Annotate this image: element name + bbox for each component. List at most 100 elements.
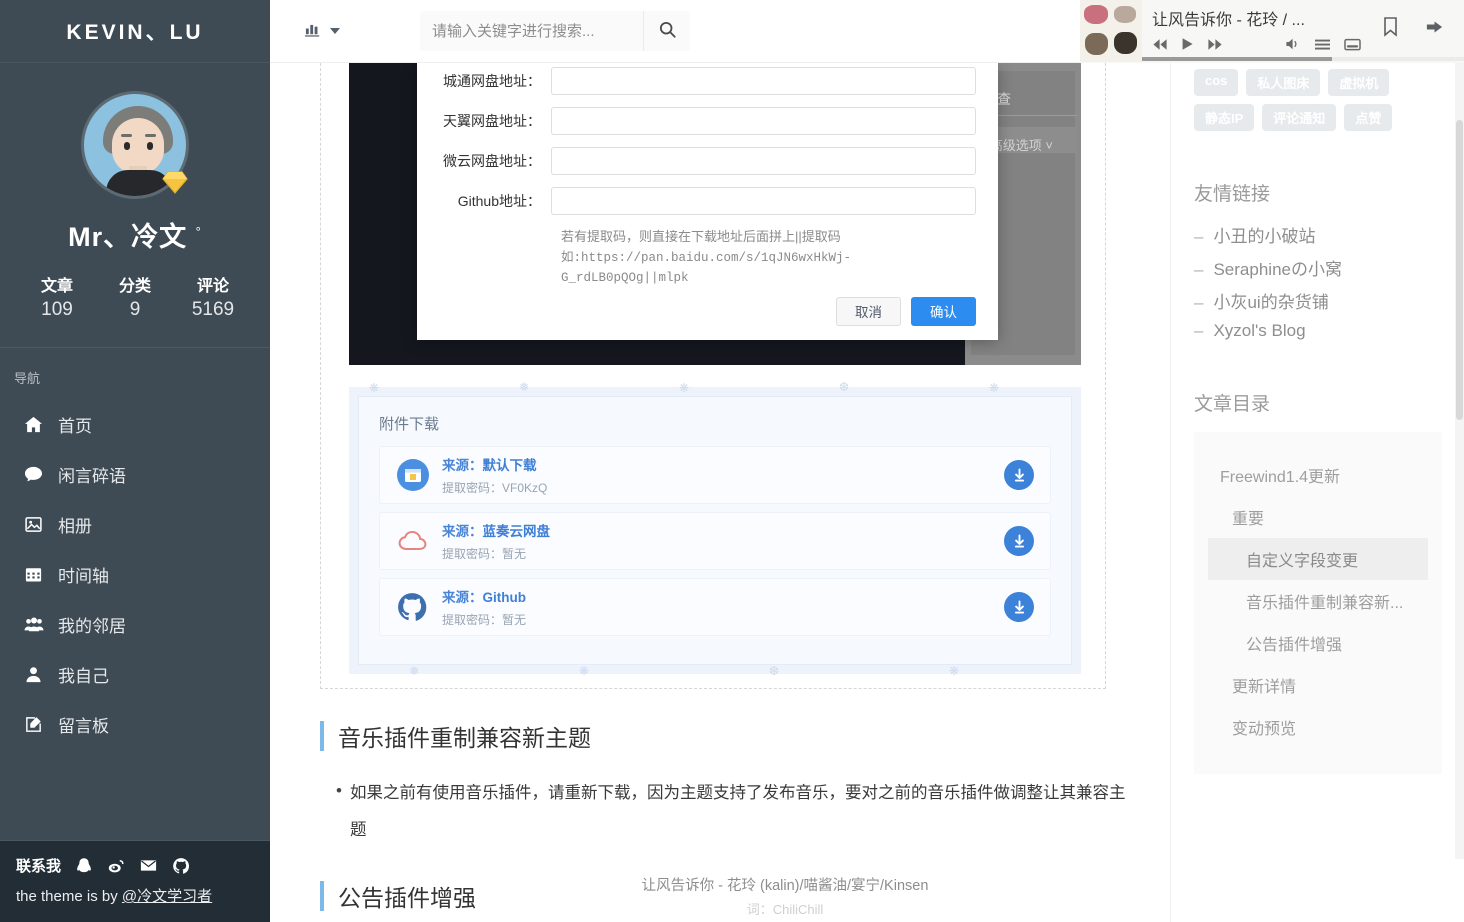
toc-item[interactable]: 更新详情: [1208, 664, 1428, 706]
prev-icon[interactable]: [1152, 38, 1168, 51]
form-row: 天翼网盘地址：: [439, 107, 976, 135]
chengtong-url-input[interactable]: [551, 67, 976, 95]
top-bar: 让风告诉你 - 花玲 / ...: [270, 0, 1464, 63]
tag-item[interactable]: 私人图床: [1246, 69, 1321, 96]
screenshot-gray-text-2: 高级选项 ˅: [989, 138, 1053, 153]
confirm-button[interactable]: 确认: [911, 296, 976, 326]
qq-icon[interactable]: [75, 857, 93, 875]
cancel-button[interactable]: 取消: [836, 296, 901, 326]
tag-item[interactable]: cos: [1194, 69, 1239, 96]
login-icon[interactable]: [1425, 18, 1444, 36]
sidebar-item-timeline[interactable]: 时间轴: [0, 549, 270, 599]
toc-item[interactable]: 重要: [1208, 496, 1428, 538]
upload-link-dialog: 城通网盘地址： 天翼网盘地址： 微云网盘地址： Github地址： 若有提取码，…: [417, 63, 998, 340]
profile-stats: 文章 109 分类 9 评论 5169: [0, 272, 270, 321]
bullet-text: 如果之前有使用音乐插件，请重新下载，因为主题支持了发布音乐，要对之前的音乐插件做…: [350, 784, 1126, 840]
nickname-degree: °: [195, 224, 202, 239]
source-name: Github: [482, 590, 527, 605]
password-label: 提取密码：: [442, 547, 503, 561]
password-value: 暂无: [502, 613, 527, 627]
toc-item-active[interactable]: 自定义字段变更: [1208, 538, 1428, 580]
stat-categories[interactable]: 分类 9: [113, 272, 157, 321]
field-label: 微云网盘地址：: [443, 153, 541, 169]
stat-articles[interactable]: 文章 109: [35, 272, 79, 321]
sidebar-item-talks[interactable]: 闲言碎语: [0, 449, 270, 499]
source-name: 蓝奏云网盘: [482, 524, 551, 539]
snowflake-icon: ❅: [409, 664, 420, 678]
toc-item[interactable]: Freewind1.4更新: [1208, 454, 1428, 496]
password-label: 提取密码：: [442, 613, 503, 627]
snowflake-icon: ❆: [839, 380, 850, 394]
heading-accent-bar: [320, 721, 324, 751]
theme-credit: the theme is by @冷文学习者: [16, 885, 254, 906]
list-item[interactable]: – Seraphineの小窝: [1194, 255, 1442, 280]
gem-badge-icon: [162, 171, 188, 194]
avatar[interactable]: [81, 91, 189, 199]
sidebar-item-about[interactable]: 我自己: [0, 649, 270, 699]
page-scrollbar-thumb[interactable]: [1456, 120, 1463, 420]
photo-icon: [24, 515, 58, 534]
snowflake-icon: ❅: [519, 380, 530, 394]
chart-menu-button[interactable]: [304, 20, 340, 43]
tag-cloud: cos 私人图床 虚拟机 静态IP 评论通知 点赞: [1194, 63, 1442, 131]
tianyi-url-input[interactable]: [551, 107, 976, 135]
snowflake-icon: ❋: [989, 381, 1000, 395]
search-input[interactable]: [420, 22, 643, 40]
password-value: 暂无: [502, 547, 527, 561]
search-button[interactable]: [643, 11, 690, 51]
bookmark-icon[interactable]: [1382, 16, 1399, 37]
list-item: • 如果之前有使用音乐插件，请重新下载，因为主题支持了发布音乐，要对之前的音乐插…: [336, 775, 1126, 849]
music-player: 让风告诉你 - 花玲 / ...: [1080, 0, 1464, 63]
weibo-icon[interactable]: [107, 857, 125, 875]
attachment-source[interactable]: 来源：Github: [442, 590, 526, 605]
stat-value: 9: [129, 299, 141, 320]
player-progress-bar[interactable]: [1142, 57, 1464, 61]
site-brand[interactable]: KEVIN、LU: [0, 0, 270, 63]
chevron-down-icon: [330, 28, 340, 34]
playlist-icon[interactable]: [1314, 38, 1331, 51]
list-item[interactable]: – 小灰ui的杂货铺: [1194, 288, 1442, 313]
tag-item[interactable]: 虚拟机: [1328, 69, 1390, 96]
list-item[interactable]: – 小丑的小破站: [1194, 222, 1442, 247]
profile-card: Mr、冷文 ° 文章 109 分类 9 评论 5169: [0, 63, 270, 348]
toc-item[interactable]: 公告插件增强: [1208, 622, 1428, 664]
play-icon[interactable]: [1181, 37, 1194, 51]
toc-item[interactable]: 音乐插件重制兼容新...: [1208, 580, 1428, 622]
download-icon[interactable]: [1004, 526, 1034, 556]
sidebar-item-album[interactable]: 相册: [0, 499, 270, 549]
screenshot-gray-text-1: 查: [997, 91, 1011, 107]
lyrics-icon[interactable]: [1344, 38, 1361, 51]
sidebar-item-guestbook[interactable]: 留言板: [0, 699, 270, 749]
dash-icon: –: [1194, 293, 1204, 312]
attachment-source[interactable]: 来源：默认下载: [442, 458, 537, 473]
nickname-text: Mr、冷文: [68, 222, 188, 252]
weiyun-url-input[interactable]: [551, 147, 976, 175]
theme-author-link[interactable]: @冷文学习者: [122, 888, 212, 905]
toc-title: 文章目录: [1194, 394, 1271, 415]
sidebar-item-neighbors[interactable]: 我的邻居: [0, 599, 270, 649]
download-icon[interactable]: [1004, 460, 1034, 490]
toc-item[interactable]: 变动预览: [1208, 706, 1428, 748]
album-art[interactable]: [1080, 0, 1142, 62]
github-icon[interactable]: [172, 857, 190, 875]
volume-icon[interactable]: [1285, 37, 1301, 51]
edit-icon: [24, 715, 58, 734]
article-body: 查 高级选项 ˅ 城通网盘地址： 天翼网盘地址： 微云网盘地址： Github地…: [320, 63, 1126, 913]
tag-item[interactable]: 静态IP: [1194, 104, 1255, 131]
download-icon[interactable]: [1004, 592, 1034, 622]
contact-label: 联系我: [16, 858, 62, 875]
sidebar-item-home[interactable]: 首页: [0, 399, 270, 449]
stat-label: 文章: [40, 278, 73, 295]
sidebar-divider: [1170, 63, 1171, 922]
attachment-source[interactable]: 来源：蓝奏云网盘: [442, 524, 550, 539]
tag-item[interactable]: 点赞: [1344, 104, 1393, 131]
github-url-input[interactable]: [551, 187, 976, 215]
next-icon[interactable]: [1207, 38, 1223, 51]
folder-blue-icon: [396, 458, 442, 492]
nav-section-title: 导航: [14, 371, 41, 386]
stat-comments[interactable]: 评论 5169: [191, 272, 235, 321]
mail-icon[interactable]: [139, 856, 158, 875]
page-scrollbar[interactable]: [1455, 0, 1464, 859]
list-item[interactable]: – Xyzol's Blog: [1194, 321, 1442, 341]
tag-item[interactable]: 评论通知: [1262, 104, 1337, 131]
